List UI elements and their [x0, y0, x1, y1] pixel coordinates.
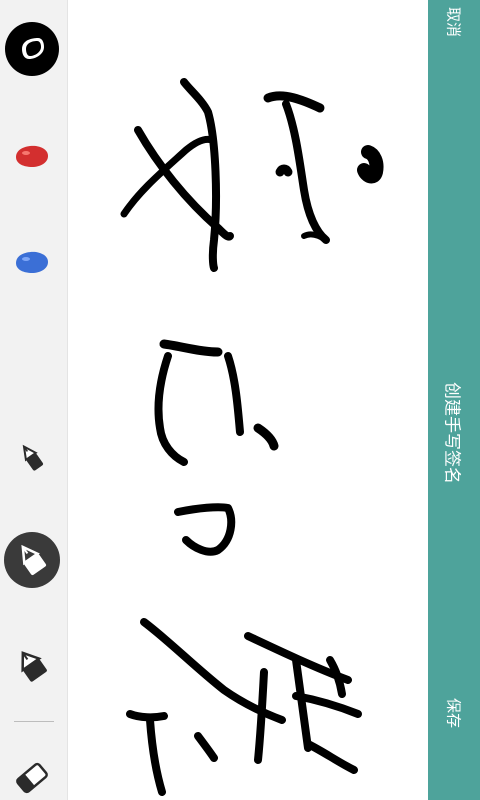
signature-strokes — [120, 78, 384, 796]
medium-pen-icon — [21, 544, 47, 576]
signature-canvas[interactable] — [68, 0, 428, 800]
cancel-button[interactable]: 取消 — [444, 7, 465, 37]
thin-pen-icon — [22, 444, 44, 471]
save-button[interactable]: 保存 — [444, 698, 465, 728]
toolbar-divider — [14, 721, 54, 722]
pen-medium-button[interactable] — [4, 532, 60, 588]
tool-sidebar — [0, 0, 68, 800]
pen-thin-button[interactable] — [4, 430, 60, 486]
black-ink-icon — [5, 22, 59, 76]
color-black-button[interactable] — [4, 21, 60, 77]
eraser-button[interactable] — [4, 750, 60, 800]
eraser-icon — [16, 762, 48, 794]
color-blue-button[interactable] — [4, 234, 60, 290]
red-ink-icon — [16, 145, 48, 167]
page-title: 创建手写签名 — [441, 382, 462, 484]
pen-thick-button[interactable] — [4, 638, 60, 694]
blue-ink-icon — [16, 251, 48, 273]
color-red-button[interactable] — [4, 128, 60, 184]
app-bar: 取消 创建手写签名 保存 — [428, 0, 480, 800]
thick-pen-icon — [21, 651, 47, 682]
